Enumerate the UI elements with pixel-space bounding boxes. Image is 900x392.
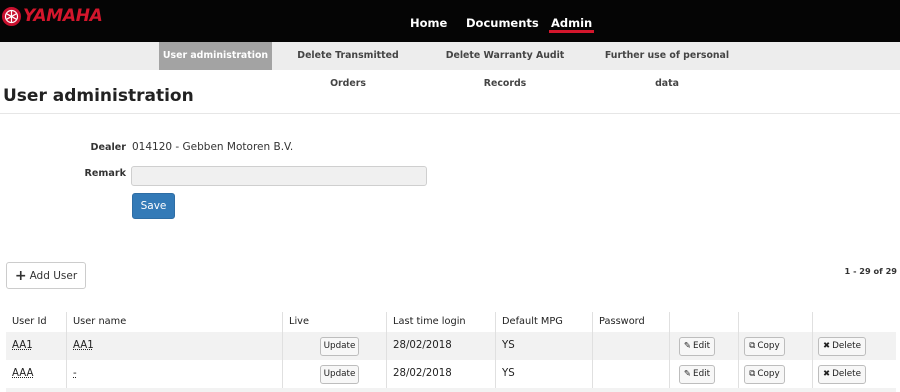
- edit-cell: ✎ Edit: [670, 360, 739, 388]
- top-navbar: YAMAHA Home Documents Admin: [0, 0, 900, 42]
- nav-admin[interactable]: Admin: [548, 0, 595, 42]
- header-user-id[interactable]: User Id: [6, 312, 67, 332]
- remark-input[interactable]: [131, 166, 427, 186]
- update-button[interactable]: Update: [320, 365, 359, 384]
- copy-button[interactable]: ⧉ Copy: [744, 337, 785, 356]
- last-login-cell: 28/02/2018: [387, 332, 496, 360]
- password-cell: [593, 360, 670, 388]
- save-button[interactable]: Save: [132, 193, 175, 219]
- yamaha-logo[interactable]: YAMAHA: [2, 5, 103, 27]
- edit-cell: ✎ Edit: [670, 332, 739, 360]
- user-id-link[interactable]: AA1: [6, 332, 67, 360]
- add-user-button[interactable]: + Add User: [6, 262, 86, 289]
- yamaha-emblem-icon: [2, 6, 21, 26]
- subnav-delete-transmitted-orders[interactable]: Delete Transmitted Orders: [278, 42, 418, 89]
- plus-icon: +: [14, 267, 27, 284]
- update-button[interactable]: Update: [320, 337, 359, 356]
- password-cell: [593, 332, 670, 360]
- dealer-label: Dealer: [90, 142, 126, 153]
- live-cell: Update: [283, 332, 387, 360]
- nav-home[interactable]: Home: [410, 0, 447, 42]
- default-mpg-cell: YS: [496, 360, 593, 388]
- copy-label: Copy: [757, 369, 780, 379]
- copy-icon: ⧉: [749, 341, 756, 351]
- user-name-link[interactable]: AA1: [67, 332, 283, 360]
- remark-label: Remark: [84, 168, 126, 179]
- edit-icon: ✎: [683, 369, 692, 379]
- copy-cell: ⧉ Copy: [739, 332, 813, 360]
- delete-label: Delete: [832, 369, 862, 379]
- brand-name: YAMAHA: [23, 6, 103, 26]
- edit-label: Edit: [693, 369, 711, 379]
- edit-button[interactable]: ✎ Edit: [679, 365, 715, 384]
- live-cell: Update: [283, 360, 387, 388]
- delete-button[interactable]: ✖ Delete: [818, 365, 866, 384]
- edit-label: Edit: [693, 341, 711, 351]
- copy-button[interactable]: ⧉ Copy: [744, 365, 785, 384]
- add-user-label: Add User: [29, 269, 78, 282]
- title-divider: [0, 113, 900, 114]
- header-password[interactable]: Password: [593, 312, 670, 332]
- table-header: User Id User name Live Last time login D…: [6, 312, 896, 332]
- copy-cell: ⧉ Copy: [739, 360, 813, 388]
- header-live[interactable]: Live: [283, 312, 387, 332]
- table-row-partial: [6, 388, 896, 392]
- header-delete: [813, 312, 896, 332]
- table-row: AAA - Update 28/02/2018 YS ✎ Edit ⧉ Copy ✖…: [6, 360, 896, 388]
- header-edit: [670, 312, 739, 332]
- delete-cell: ✖ Delete: [813, 332, 896, 360]
- copy-label: Copy: [757, 341, 780, 351]
- dealer-value: 014120 - Gebben Motoren B.V.: [132, 141, 294, 153]
- pager-count: 1 - 29 of 29: [844, 266, 897, 276]
- close-icon: ✖: [822, 369, 831, 379]
- user-id-link[interactable]: AAA: [6, 360, 67, 388]
- edit-icon: ✎: [683, 341, 692, 351]
- delete-label: Delete: [832, 341, 862, 351]
- last-login-cell: 28/02/2018: [387, 360, 496, 388]
- header-default-mpg[interactable]: Default MPG: [496, 312, 593, 332]
- header-last-login[interactable]: Last time login: [387, 312, 496, 332]
- delete-cell: ✖ Delete: [813, 360, 896, 388]
- sub-navbar: User administration Delete Transmitted O…: [0, 42, 900, 89]
- page-title: User administration: [3, 86, 194, 106]
- user-name-link[interactable]: -: [67, 360, 283, 388]
- edit-button[interactable]: ✎ Edit: [679, 337, 715, 356]
- copy-icon: ⧉: [749, 369, 756, 379]
- delete-button[interactable]: ✖ Delete: [818, 337, 866, 356]
- default-mpg-cell: YS: [496, 332, 593, 360]
- subnav-further-use-personal-data[interactable]: Further use of personal data: [592, 42, 742, 89]
- close-icon: ✖: [822, 341, 831, 351]
- nav-documents[interactable]: Documents: [466, 0, 539, 42]
- header-user-name[interactable]: User name: [67, 312, 283, 332]
- subnav-delete-warranty-audit-records[interactable]: Delete Warranty Audit Records: [425, 42, 585, 89]
- table-row: AA1 AA1 Update 28/02/2018 YS ✎ Edit ⧉ Copy…: [6, 332, 896, 360]
- subnav-user-administration[interactable]: User administration: [159, 42, 272, 70]
- header-copy: [739, 312, 813, 332]
